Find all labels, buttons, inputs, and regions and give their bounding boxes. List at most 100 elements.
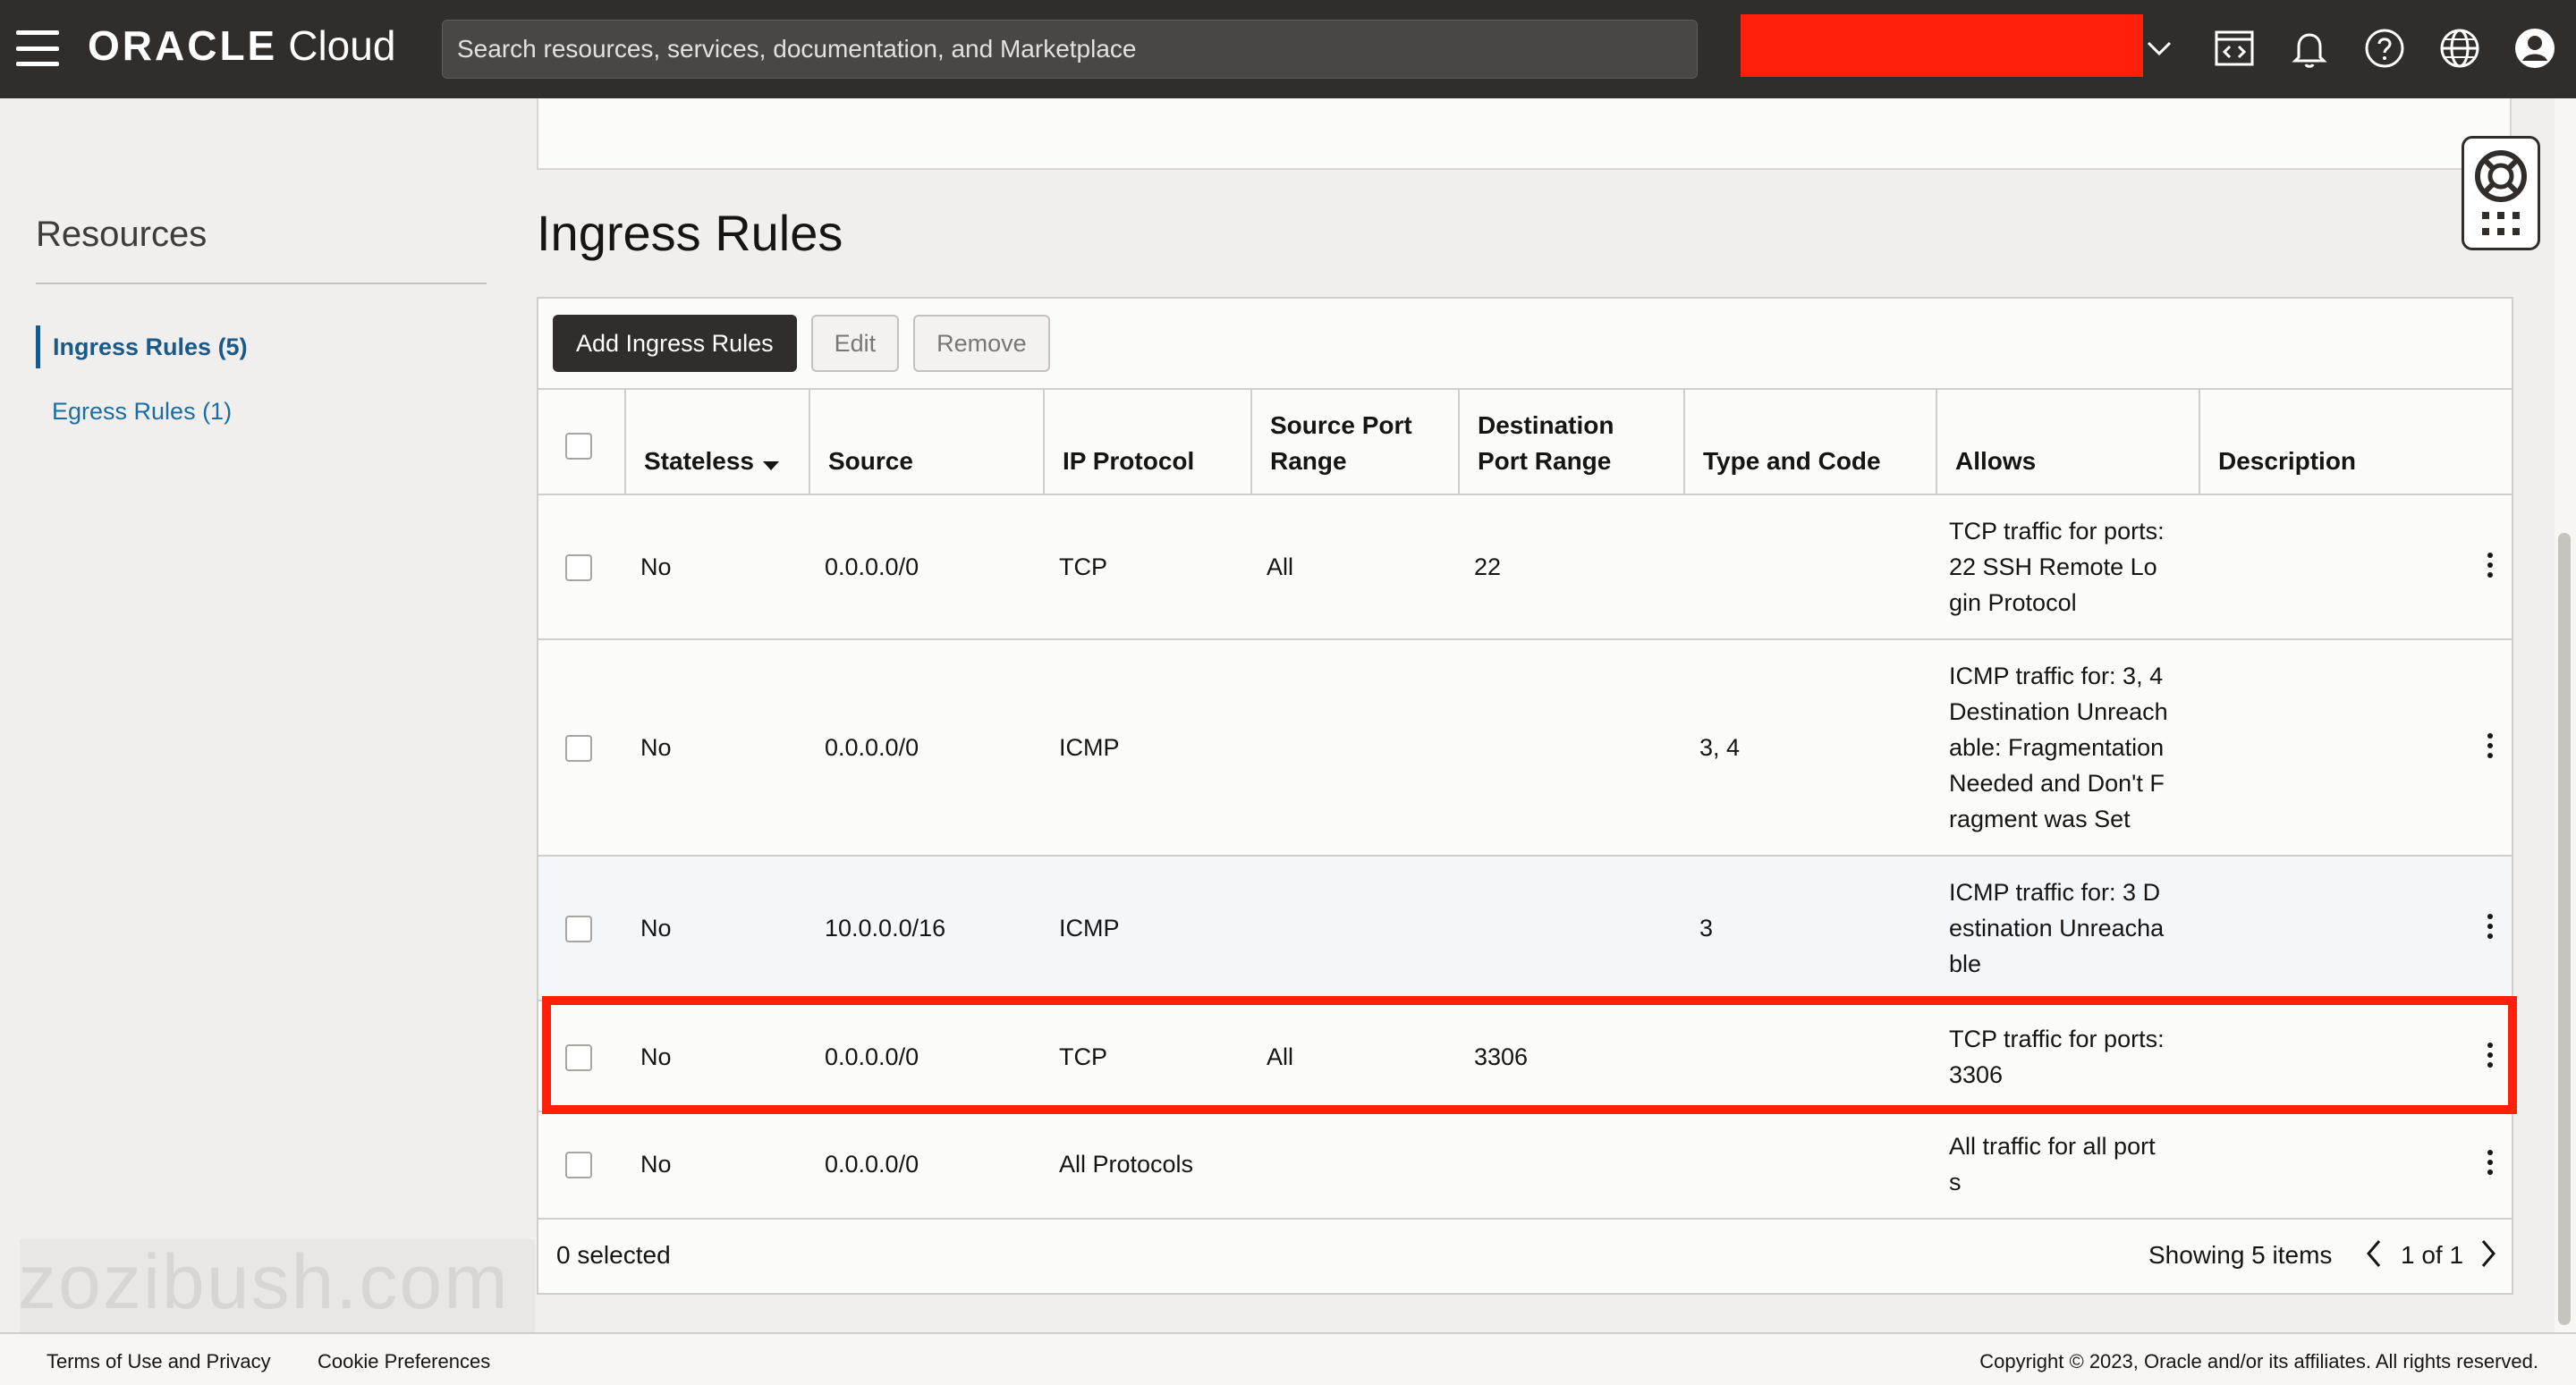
lifebuoy-icon[interactable] bbox=[2474, 149, 2528, 203]
region-selector-redacted[interactable] bbox=[1741, 14, 2143, 77]
table-row[interactable]: No 10.0.0.0/16 ICMP 3 ICMP traffic for: … bbox=[538, 857, 2512, 1001]
column-stateless-label: Stateless bbox=[644, 447, 754, 475]
search-input[interactable] bbox=[457, 35, 1697, 63]
row-checkbox[interactable] bbox=[565, 916, 592, 942]
page-indicator: 1 of 1 bbox=[2401, 1241, 2464, 1269]
table-row[interactable]: No 0.0.0.0/0 ICMP 3, 4 ICMP traffic for:… bbox=[538, 640, 2512, 857]
resources-divider bbox=[36, 283, 487, 284]
cell-allows: ICMP traffic for: 3 D estination Unreach… bbox=[1949, 879, 2165, 977]
page-footer: Terms of Use and Privacy Cookie Preferen… bbox=[0, 1332, 2576, 1385]
column-type-code-label: Type and Code bbox=[1703, 447, 1881, 475]
cell-dest-port: 3306 bbox=[1474, 1043, 1529, 1070]
row-checkbox[interactable] bbox=[565, 1152, 592, 1178]
globe-icon[interactable] bbox=[2436, 25, 2483, 72]
ingress-rules-table-card: Add Ingress Rules Edit Remove Stateless … bbox=[537, 297, 2513, 1295]
oracle-cloud-logo[interactable]: ORACLE Cloud bbox=[88, 21, 395, 75]
cell-source: 10.0.0.0/16 bbox=[825, 915, 946, 942]
select-all-header bbox=[538, 390, 626, 495]
cell-source: 0.0.0.0/0 bbox=[825, 1043, 919, 1070]
ingress-rules-table: Stateless Source IP Protocol Source Port… bbox=[538, 388, 2512, 1220]
table-toolbar: Add Ingress Rules Edit Remove bbox=[553, 315, 1050, 372]
brand-oracle-text: ORACLE bbox=[88, 22, 278, 69]
bell-icon[interactable] bbox=[2286, 25, 2333, 72]
table-row[interactable]: No 0.0.0.0/0 TCP All 22 TCP traffic for … bbox=[538, 495, 2512, 640]
column-source[interactable]: Source bbox=[810, 390, 1045, 495]
user-avatar-icon[interactable] bbox=[2512, 25, 2558, 72]
row-actions-kebab-icon[interactable] bbox=[2481, 1150, 2499, 1175]
cell-dest-port: 22 bbox=[1474, 553, 1502, 580]
column-type-and-code[interactable]: Type and Code bbox=[1685, 390, 1937, 495]
column-dest-port-label-line2: Port Range bbox=[1478, 447, 1612, 475]
column-allows[interactable]: Allows bbox=[1937, 390, 2200, 495]
showing-count: Showing 5 items bbox=[2148, 1241, 2333, 1269]
help-widget[interactable] bbox=[2462, 136, 2540, 250]
column-ip-protocol-label: IP Protocol bbox=[1063, 447, 1195, 475]
grid-icon[interactable] bbox=[2480, 210, 2521, 237]
brand-cloud-text: Cloud bbox=[288, 22, 396, 69]
sidebar-item-egress-rules[interactable]: Egress Rules (1) bbox=[36, 393, 232, 429]
cell-stateless: No bbox=[640, 915, 672, 942]
cell-stateless: No bbox=[640, 1151, 672, 1178]
cookie-preferences-link[interactable]: Cookie Preferences bbox=[318, 1350, 490, 1373]
row-actions-kebab-icon[interactable] bbox=[2481, 914, 2499, 939]
copyright-text: Copyright © 2023, Oracle and/or its affi… bbox=[1979, 1350, 2538, 1372]
cell-allows: TCP traffic for ports: 22 SSH Remote Lo … bbox=[1949, 518, 2165, 616]
cell-allows: TCP traffic for ports: 3306 bbox=[1949, 1026, 2165, 1088]
cell-protocol: ICMP bbox=[1059, 734, 1120, 761]
cell-stateless: No bbox=[640, 734, 672, 761]
column-description-label: Description bbox=[2218, 447, 2357, 475]
global-search-box[interactable] bbox=[442, 20, 1698, 79]
remove-button[interactable]: Remove bbox=[913, 315, 1050, 372]
table-row[interactable]: No 0.0.0.0/0 All Protocols All traffic f… bbox=[538, 1112, 2512, 1220]
column-stateless[interactable]: Stateless bbox=[626, 390, 810, 495]
resources-heading: Resources bbox=[36, 215, 208, 254]
cell-source: 0.0.0.0/0 bbox=[825, 553, 919, 580]
cell-allows: All traffic for all port s bbox=[1949, 1133, 2156, 1195]
cell-stateless: No bbox=[640, 1043, 672, 1070]
chevron-down-icon[interactable] bbox=[2143, 32, 2175, 64]
column-source-port-label-line2: Range bbox=[1270, 447, 1347, 475]
code-console-icon[interactable] bbox=[2211, 25, 2258, 72]
cell-source-port: All bbox=[1267, 553, 1294, 580]
page-scrollbar-thumb[interactable] bbox=[2558, 533, 2571, 1325]
table-header: Stateless Source IP Protocol Source Port… bbox=[538, 388, 2512, 495]
column-dest-port-label-line1: Destination bbox=[1478, 411, 1614, 439]
top-navigation-bar: ORACLE Cloud bbox=[0, 0, 2576, 98]
edit-button[interactable]: Edit bbox=[810, 315, 900, 372]
chevron-left-icon[interactable] bbox=[2363, 1237, 2385, 1278]
selected-count: 0 selected bbox=[556, 1241, 671, 1269]
table-footer: 0 selected Showing 5 items 1 of 1 bbox=[538, 1220, 2512, 1293]
table-row-highlighted[interactable]: No 0.0.0.0/0 TCP All 3306 TCP traffic fo… bbox=[538, 1001, 2512, 1112]
row-checkbox[interactable] bbox=[565, 554, 592, 581]
cell-type-code: 3, 4 bbox=[1699, 734, 1741, 761]
column-source-label: Source bbox=[828, 447, 913, 475]
row-checkbox[interactable] bbox=[565, 735, 592, 762]
question-circle-icon[interactable] bbox=[2361, 25, 2408, 72]
column-source-port-range[interactable]: Source Port Range bbox=[1252, 390, 1460, 495]
cell-protocol: ICMP bbox=[1059, 915, 1120, 942]
sidebar-item-ingress-rules[interactable]: Ingress Rules (5) bbox=[36, 325, 248, 368]
row-actions-kebab-icon[interactable] bbox=[2481, 1043, 2499, 1068]
cell-source-port: All bbox=[1267, 1043, 1294, 1070]
column-destination-port-range[interactable]: Destination Port Range bbox=[1460, 390, 1685, 495]
cell-protocol: TCP bbox=[1059, 553, 1107, 580]
cell-source: 0.0.0.0/0 bbox=[825, 734, 919, 761]
sort-down-icon[interactable] bbox=[762, 461, 779, 470]
chevron-right-icon[interactable] bbox=[2478, 1237, 2499, 1278]
column-ip-protocol[interactable]: IP Protocol bbox=[1045, 390, 1252, 495]
cell-protocol: TCP bbox=[1059, 1043, 1107, 1070]
add-ingress-rules-button[interactable]: Add Ingress Rules bbox=[553, 315, 797, 372]
cell-type-code: 3 bbox=[1699, 915, 1714, 942]
terms-link[interactable]: Terms of Use and Privacy bbox=[47, 1350, 271, 1373]
row-checkbox[interactable] bbox=[565, 1044, 592, 1071]
row-actions-kebab-icon[interactable] bbox=[2481, 733, 2499, 758]
cell-protocol: All Protocols bbox=[1059, 1151, 1194, 1178]
cell-allows: ICMP traffic for: 3, 4 Destination Unrea… bbox=[1949, 663, 2168, 832]
page-title: Ingress Rules bbox=[537, 205, 843, 261]
cell-source: 0.0.0.0/0 bbox=[825, 1151, 919, 1178]
column-allows-label: Allows bbox=[1955, 447, 2037, 475]
column-description[interactable]: Description bbox=[2200, 390, 2512, 495]
hamburger-menu-icon[interactable] bbox=[16, 30, 59, 66]
select-all-checkbox[interactable] bbox=[565, 433, 592, 460]
row-actions-kebab-icon[interactable] bbox=[2481, 553, 2499, 578]
